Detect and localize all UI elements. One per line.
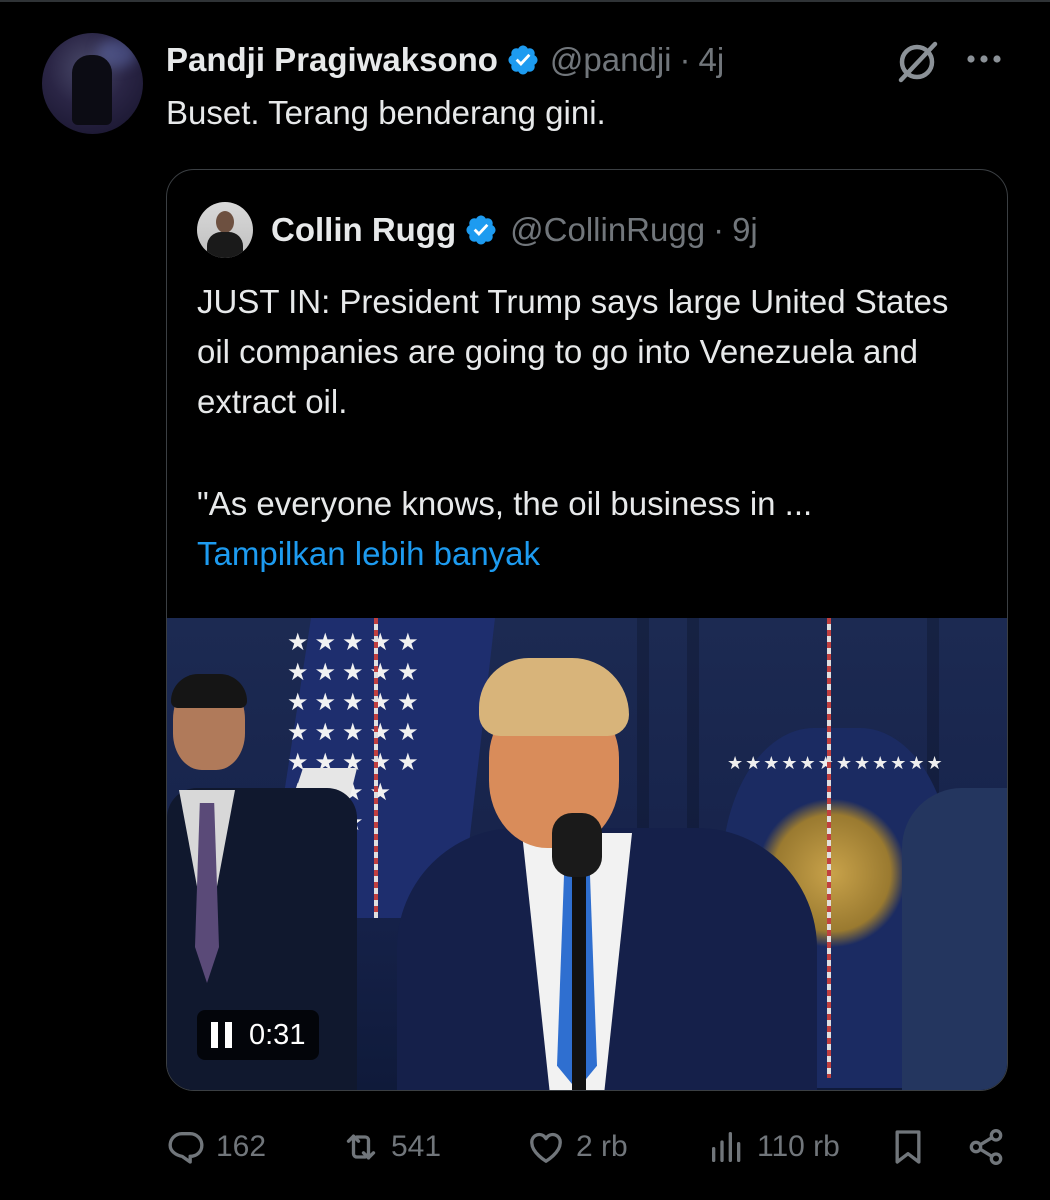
quoted-post-time[interactable]: 9j — [732, 211, 758, 249]
quoted-author-name[interactable]: Collin Rugg — [271, 211, 456, 249]
bookmark-icon — [895, 1130, 921, 1164]
quoted-post-card[interactable]: Collin Rugg @CollinRugg · 9j JUST IN: Pr… — [166, 169, 1008, 1091]
microphone — [552, 813, 602, 877]
speaker-hair — [479, 658, 629, 736]
author-avatar[interactable] — [42, 33, 143, 134]
video-duration: 0:31 — [249, 1018, 306, 1051]
quoted-header: Collin Rugg @CollinRugg · 9j — [271, 210, 758, 250]
person-right — [902, 788, 1007, 1090]
verified-badge-icon — [508, 45, 538, 75]
views-icon — [712, 1132, 741, 1162]
avatar-figure — [72, 55, 112, 125]
repost-button[interactable]: 541 — [341, 1122, 441, 1172]
quoted-paragraph-1: JUST IN: President Trump says large Unit… — [197, 283, 949, 420]
video-controls[interactable]: 0:31 — [197, 1010, 320, 1060]
reply-count: 162 — [216, 1130, 267, 1163]
repost-count: 541 — [391, 1130, 442, 1163]
repost-icon — [346, 1134, 376, 1160]
quoted-avatar-body — [207, 232, 243, 258]
views-button[interactable]: 110 rb — [707, 1122, 840, 1172]
more-icon[interactable] — [962, 42, 1006, 76]
action-bar: 162 541 2 rb 110 rb — [166, 1122, 1006, 1172]
author-name[interactable]: Pandji Pragiwaksono — [166, 41, 498, 79]
flag-rope — [827, 618, 831, 1078]
bookmark-button[interactable] — [888, 1122, 928, 1172]
quoted-post-text: JUST IN: President Trump says large Unit… — [197, 277, 987, 579]
like-count: 2 rb — [576, 1130, 628, 1163]
reply-button[interactable]: 162 — [166, 1122, 266, 1172]
top-divider — [0, 0, 1050, 2]
reply-icon — [168, 1132, 204, 1164]
quoted-paragraph-2: "As everyone knows, the oil business in … — [197, 485, 813, 522]
share-button[interactable] — [966, 1122, 1006, 1172]
quoted-author-handle[interactable]: @CollinRugg — [510, 211, 705, 249]
flag-rope — [374, 618, 378, 918]
pause-icon[interactable] — [211, 1022, 233, 1048]
grok-icon[interactable] — [893, 40, 941, 84]
speaker — [397, 658, 817, 1090]
share-icon — [969, 1129, 1003, 1166]
like-button[interactable]: 2 rb — [526, 1122, 628, 1172]
like-icon — [530, 1132, 562, 1163]
post-time[interactable]: 4j — [699, 41, 725, 79]
quoted-avatar-head — [216, 211, 234, 233]
show-more-link[interactable]: Tampilkan lebih banyak — [197, 535, 540, 572]
video-player[interactable]: ★★★★★★★★★★★★★★★★★★★★★★★★★★★★★★★★ ★★★★★★★… — [167, 618, 1007, 1090]
person-hair — [171, 674, 247, 708]
separator-dot: · — [713, 211, 725, 248]
verified-badge-icon — [466, 215, 496, 245]
quoted-author-avatar[interactable] — [197, 202, 253, 258]
post-text: Buset. Terang benderang gini. — [166, 94, 606, 131]
views-count: 110 rb — [757, 1130, 840, 1163]
post-header: Pandji Pragiwaksono @pandji · 4j — [166, 40, 724, 80]
author-handle[interactable]: @pandji — [550, 41, 672, 79]
separator-dot: · — [679, 41, 691, 78]
